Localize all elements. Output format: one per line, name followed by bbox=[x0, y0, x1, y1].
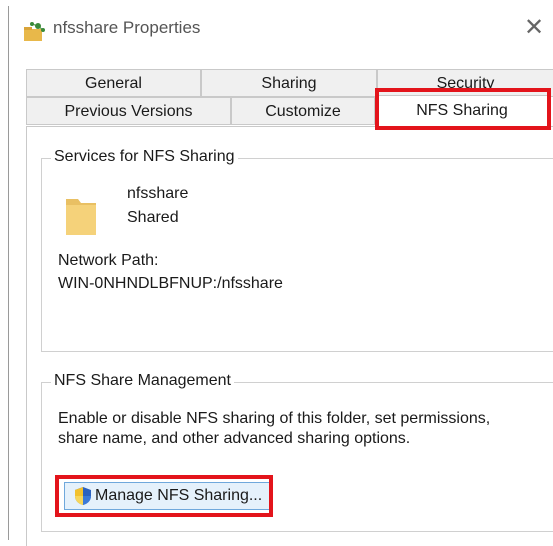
management-description-line2: share name, and other advanced sharing o… bbox=[58, 430, 411, 447]
services-group: Services for NFS Sharing nfsshare Shared… bbox=[41, 148, 553, 352]
tab-previous-versions[interactable]: Previous Versions bbox=[26, 97, 231, 125]
folder-icon bbox=[66, 199, 96, 235]
tab-customize[interactable]: Customize bbox=[231, 97, 375, 125]
nfs-tab-highlight bbox=[375, 88, 551, 130]
manage-button-highlight bbox=[55, 475, 273, 517]
tab-panel: Services for NFS Sharing nfsshare Shared… bbox=[26, 126, 553, 546]
management-group-title: NFS Share Management bbox=[51, 372, 234, 390]
title-bar: nfsshare Properties ✕ bbox=[9, 6, 553, 52]
shared-folder-icon bbox=[24, 22, 45, 41]
properties-dialog: nfsshare Properties ✕ General Sharing Se… bbox=[8, 6, 553, 546]
network-path-value: WIN-0NHNDLBFNUP:/nfsshare bbox=[58, 275, 283, 292]
network-path-label: Network Path: bbox=[58, 252, 159, 269]
management-description-line1: Enable or disable NFS sharing of this fo… bbox=[58, 410, 491, 427]
close-button[interactable]: ✕ bbox=[514, 10, 553, 46]
share-status: Shared bbox=[127, 209, 179, 226]
management-group: NFS Share Management Enable or disable N… bbox=[41, 372, 553, 532]
tab-sharing[interactable]: Sharing bbox=[201, 69, 377, 97]
close-icon: ✕ bbox=[523, 14, 545, 41]
tab-general[interactable]: General bbox=[26, 69, 201, 97]
services-group-title: Services for NFS Sharing bbox=[51, 148, 238, 166]
folder-name: nfsshare bbox=[127, 185, 189, 202]
window-title: nfsshare Properties bbox=[53, 18, 201, 37]
